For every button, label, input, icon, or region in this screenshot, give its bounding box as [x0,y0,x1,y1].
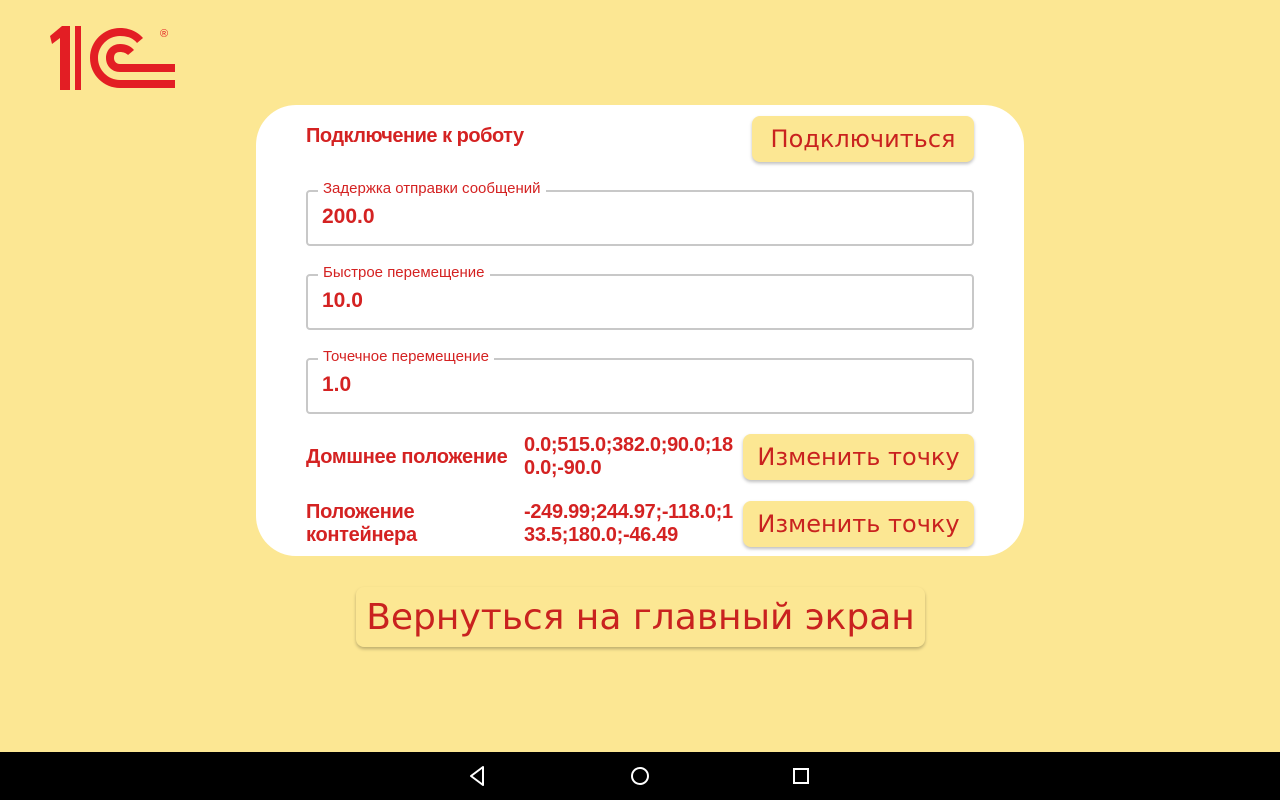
registered-mark: ® [160,28,168,40]
container-position-value: -249.99;244.97;-118.0;133.5;180.0;-46.49 [524,501,733,546]
home-position-value: 0.0;515.0;382.0;90.0;180.0;-90.0 [524,434,733,479]
fast-move-label: Быстрое перемещение [318,263,490,283]
container-position-label: Положение контейнера [306,501,417,546]
message-delay-field[interactable]: Задержка отправки сообщений [306,179,974,246]
change-home-point-button[interactable]: Изменить точку [743,434,974,480]
settings-screen: ® Подключение к роботу Подключиться Заде… [0,0,1280,800]
message-delay-label: Задержка отправки сообщений [318,179,546,199]
android-navigation-bar [0,752,1280,800]
precise-move-label: Точечное перемещение [318,347,494,367]
fast-move-field[interactable]: Быстрое перемещение [306,263,974,330]
robot-settings-card: Подключение к роботу Подключиться Задерж… [256,105,1024,556]
change-container-point-button[interactable]: Изменить точку [743,501,974,547]
home-icon[interactable] [628,764,652,788]
card-title: Подключение к роботу [306,125,524,147]
back-to-main-screen-button[interactable]: Вернуться на главный экран [356,587,925,647]
logo-1c: ® [50,26,175,90]
connect-button[interactable]: Подключиться [752,116,974,162]
recent-apps-icon[interactable] [789,764,813,788]
home-position-label: Домшнее положение [306,446,508,468]
fast-move-input[interactable] [322,289,942,313]
back-icon[interactable] [466,764,490,788]
precise-move-input[interactable] [322,373,942,397]
message-delay-input[interactable] [322,205,942,229]
precise-move-field[interactable]: Точечное перемещение [306,347,974,414]
